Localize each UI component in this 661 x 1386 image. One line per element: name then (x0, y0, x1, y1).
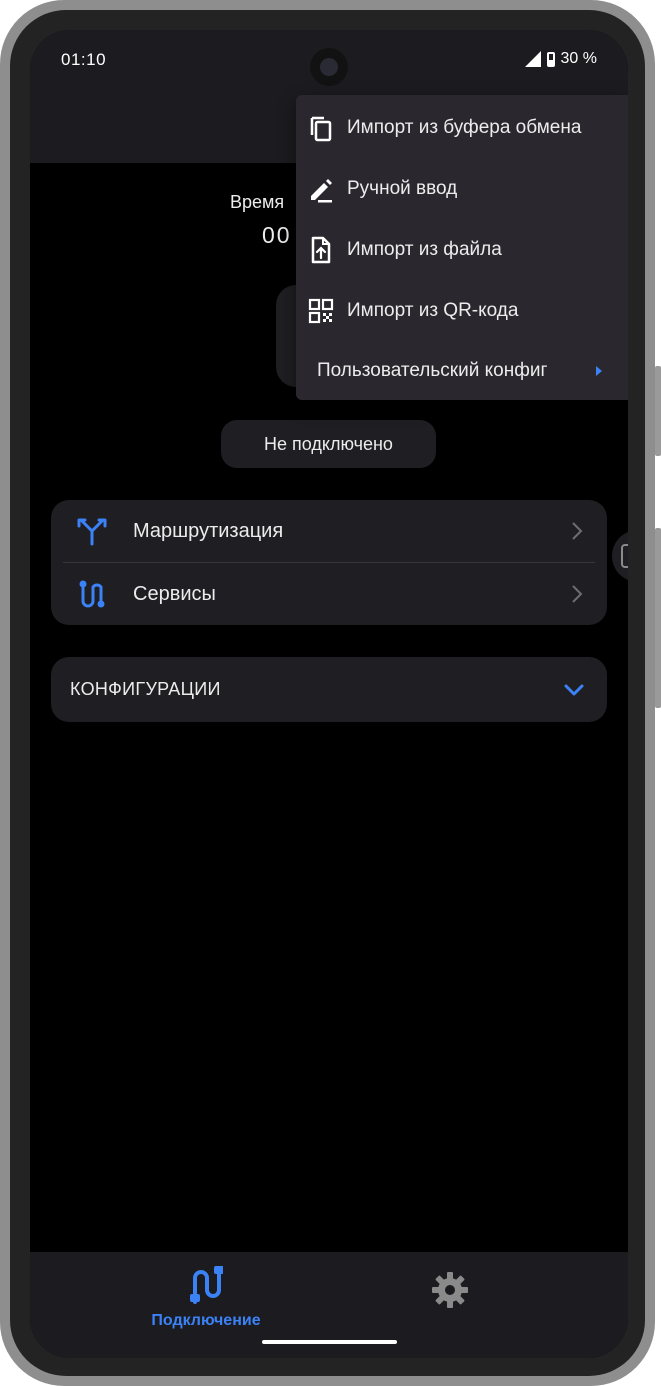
menu-item-label: Импорт из файла (347, 239, 502, 260)
chevron-right-icon (572, 585, 583, 603)
routing-row[interactable]: Маршрутизация (51, 500, 607, 562)
menu-item-label: Ручной ввод (347, 178, 458, 199)
menu-item-custom-config[interactable]: Пользовательский конфиг (296, 341, 628, 401)
time-value: 00 (262, 222, 292, 248)
configurations-card[interactable]: КОНФИГУРАЦИИ (51, 657, 607, 722)
menu-item-import-file[interactable]: Импорт из файла (296, 220, 628, 280)
camera-icon (310, 48, 348, 86)
submenu-arrow-icon (596, 366, 602, 376)
routing-fork-icon (77, 518, 107, 546)
services-row[interactable]: Сервисы (51, 563, 607, 625)
battery-level: 30 % (560, 50, 597, 67)
menu-item-import-clipboard[interactable]: Импорт из буфера обмена (296, 98, 628, 158)
screen: 01:10 30 % Время 00 Не подключено Маршру… (30, 30, 628, 1358)
edge-panel-icon (621, 544, 628, 568)
configurations-title: КОНФИГУРАЦИИ (70, 679, 221, 699)
chevron-down-icon[interactable] (563, 681, 585, 699)
pencil-icon (311, 179, 332, 203)
connection-icon (190, 1266, 223, 1304)
clipboard-copy-icon (310, 116, 332, 142)
home-indicator[interactable] (262, 1340, 397, 1344)
gear-icon (432, 1272, 468, 1308)
menu-item-import-qr[interactable]: Импорт из QR-кода (296, 281, 628, 341)
connection-status-text: Не подключено (264, 433, 393, 454)
battery-icon (546, 51, 555, 67)
import-popup-menu: Импорт из буфера обмена Ручной ввод Импо… (296, 95, 628, 400)
status-time: 01:10 (61, 50, 107, 69)
volume-button (655, 528, 661, 708)
menu-item-label: Импорт из буфера обмена (347, 117, 582, 138)
time-label: Время (230, 192, 285, 212)
menu-item-manual-input[interactable]: Ручной ввод (296, 159, 628, 219)
menu-item-label: Пользовательский конфиг (317, 360, 548, 381)
power-button (655, 366, 661, 456)
chevron-right-icon (572, 522, 583, 540)
menu-item-label: Импорт из QR-кода (347, 300, 519, 321)
services-path-icon (79, 580, 105, 608)
qr-code-icon (308, 298, 334, 324)
connection-status-badge: Не подключено (221, 420, 436, 468)
file-upload-icon (311, 236, 331, 264)
status-right: 30 % (524, 50, 597, 68)
edge-panel-handle[interactable] (612, 530, 628, 582)
services-label: Сервисы (133, 582, 216, 605)
navigation-card: Маршрутизация Сервисы (51, 500, 607, 625)
routing-label: Маршрутизация (133, 519, 284, 542)
signal-icon (524, 51, 541, 67)
